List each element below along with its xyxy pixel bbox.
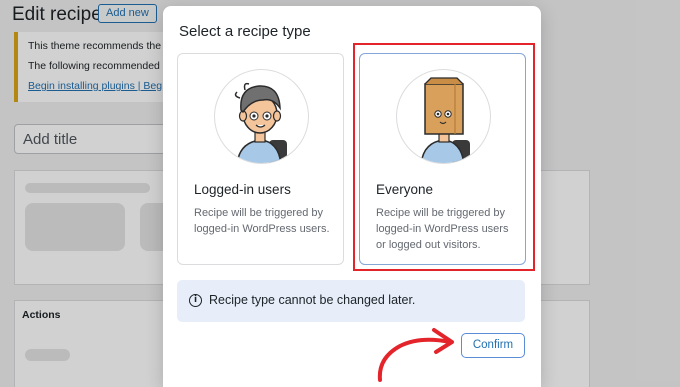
info-icon: i	[189, 294, 202, 307]
option-title: Logged-in users	[194, 182, 291, 197]
info-notice: i Recipe type cannot be changed later.	[177, 280, 525, 322]
option-description: Recipe will be triggered by logged-in Wo…	[194, 207, 330, 235]
option-logged-in-users[interactable]: Logged-in users Recipe will be triggered…	[177, 53, 344, 265]
arrow-annotation-icon	[377, 328, 454, 382]
user-avatar-icon	[214, 69, 309, 164]
selection-highlight	[353, 43, 535, 271]
confirm-button[interactable]: Confirm	[461, 333, 525, 358]
info-text: Recipe type cannot be changed later.	[209, 293, 416, 307]
modal-title: Select a recipe type	[179, 23, 311, 40]
